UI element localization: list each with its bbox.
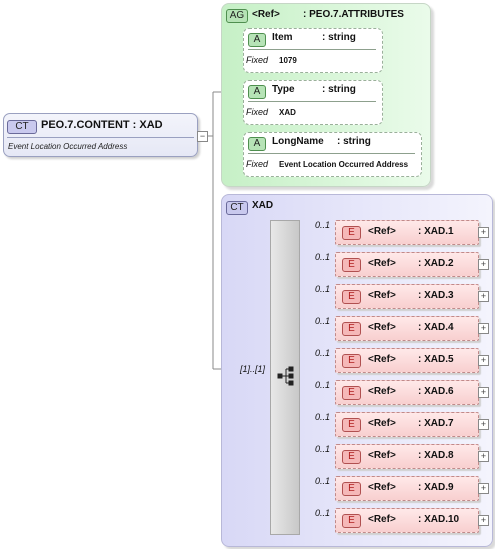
element-name: : XAD.10 bbox=[418, 514, 460, 525]
attribute-type: : string bbox=[322, 32, 356, 43]
root-divider bbox=[7, 137, 194, 138]
element-occurs: 0..1 bbox=[315, 412, 331, 422]
attribute-badge: A bbox=[248, 85, 266, 99]
attribute-name: Item bbox=[272, 32, 293, 43]
element-ref-box[interactable]: E <Ref> : XAD.8 bbox=[335, 444, 479, 469]
attribute-divider bbox=[248, 49, 376, 50]
attribute-longname[interactable]: A LongName : string Fixed Event Location… bbox=[243, 132, 422, 177]
element-badge: E bbox=[342, 514, 361, 528]
element-occurs: 0..1 bbox=[315, 284, 331, 294]
element-ref-box[interactable]: E <Ref> : XAD.2 bbox=[335, 252, 479, 277]
element-badge: E bbox=[342, 450, 361, 464]
element-name: : XAD.9 bbox=[418, 482, 454, 493]
attribute-item[interactable]: A Item : string Fixed 1079 bbox=[243, 28, 383, 73]
attribute-type: : string bbox=[322, 84, 356, 95]
element-badge: E bbox=[342, 258, 361, 272]
element-ref-box[interactable]: E <Ref> : XAD.6 bbox=[335, 380, 479, 405]
element-name: : XAD.3 bbox=[418, 290, 454, 301]
element-badge: E bbox=[342, 482, 361, 496]
expand-toggle[interactable]: + bbox=[478, 451, 489, 462]
element-ref-box[interactable]: E <Ref> : XAD.9 bbox=[335, 476, 479, 501]
element-ref-box[interactable]: E <Ref> : XAD.7 bbox=[335, 412, 479, 437]
attribute-badge: A bbox=[248, 137, 266, 151]
fixed-value: XAD bbox=[279, 108, 296, 117]
element-ref: <Ref> bbox=[368, 226, 396, 237]
expand-toggle[interactable]: + bbox=[478, 291, 489, 302]
element-ref: <Ref> bbox=[368, 482, 396, 493]
attribute-group-badge: AG bbox=[226, 9, 248, 23]
element-ref: <Ref> bbox=[368, 418, 396, 429]
element-name: : XAD.4 bbox=[418, 322, 454, 333]
element-badge: E bbox=[342, 226, 361, 240]
element-name: : XAD.2 bbox=[418, 258, 454, 269]
complex-type-badge: CT bbox=[226, 201, 248, 215]
fixed-value: Event Location Occurred Address bbox=[279, 160, 409, 169]
element-name: : XAD.5 bbox=[418, 354, 454, 365]
attribute-divider bbox=[248, 101, 376, 102]
attribute-name: Type bbox=[272, 84, 295, 95]
root-element-box[interactable]: CT PEO.7.CONTENT : XAD Event Location Oc… bbox=[3, 113, 198, 157]
attribute-type-item[interactable]: A Type : string Fixed XAD bbox=[243, 80, 383, 125]
attribute-badge: A bbox=[248, 33, 266, 47]
element-badge: E bbox=[342, 418, 361, 432]
element-occurs: 0..1 bbox=[315, 444, 331, 454]
sequence-cardinality: [1]..[1] bbox=[240, 364, 266, 374]
element-ref: <Ref> bbox=[368, 514, 396, 525]
element-ref-box[interactable]: E <Ref> : XAD.10 bbox=[335, 508, 479, 533]
element-name: : XAD.6 bbox=[418, 386, 454, 397]
element-name: : XAD.1 bbox=[418, 226, 454, 237]
element-ref: <Ref> bbox=[368, 450, 396, 461]
expand-toggle[interactable]: + bbox=[478, 227, 489, 238]
expand-toggle[interactable]: + bbox=[478, 259, 489, 270]
attribute-divider bbox=[248, 153, 415, 154]
element-occurs: 0..1 bbox=[315, 380, 331, 390]
element-ref-box[interactable]: E <Ref> : XAD.4 bbox=[335, 316, 479, 341]
expand-toggle[interactable]: + bbox=[478, 515, 489, 526]
expand-toggle[interactable]: + bbox=[478, 355, 489, 366]
attribute-name: LongName bbox=[272, 136, 324, 147]
expand-toggle[interactable]: + bbox=[478, 323, 489, 334]
element-occurs: 0..1 bbox=[315, 508, 331, 518]
element-ref-box[interactable]: E <Ref> : XAD.5 bbox=[335, 348, 479, 373]
element-badge: E bbox=[342, 290, 361, 304]
element-ref-box[interactable]: E <Ref> : XAD.1 bbox=[335, 220, 479, 245]
element-occurs: 0..1 bbox=[315, 252, 331, 262]
element-badge: E bbox=[342, 354, 361, 368]
attribute-group-ref: <Ref> bbox=[252, 9, 280, 20]
element-ref: <Ref> bbox=[368, 258, 396, 269]
element-occurs: 0..1 bbox=[315, 476, 331, 486]
fixed-value: 1079 bbox=[279, 56, 297, 65]
element-occurs: 0..1 bbox=[315, 220, 331, 230]
element-name: : XAD.7 bbox=[418, 418, 454, 429]
complex-type-name: XAD bbox=[252, 200, 274, 211]
fixed-label: Fixed bbox=[246, 55, 269, 65]
element-name: : XAD.8 bbox=[418, 450, 454, 461]
root-element-title: PEO.7.CONTENT : XAD bbox=[41, 119, 163, 131]
attribute-group-name: : PEO.7.ATTRIBUTES bbox=[303, 9, 404, 20]
sequence-icon bbox=[277, 366, 294, 386]
attribute-type: : string bbox=[337, 136, 371, 147]
element-ref: <Ref> bbox=[368, 354, 396, 365]
expand-toggle[interactable]: + bbox=[478, 483, 489, 494]
complex-type-badge: CT bbox=[7, 120, 37, 134]
element-ref: <Ref> bbox=[368, 290, 396, 301]
fixed-label: Fixed bbox=[246, 159, 269, 169]
element-ref: <Ref> bbox=[368, 386, 396, 397]
element-ref: <Ref> bbox=[368, 322, 396, 333]
fixed-label: Fixed bbox=[246, 107, 269, 117]
expand-toggle[interactable]: + bbox=[478, 419, 489, 430]
expand-toggle[interactable]: + bbox=[478, 387, 489, 398]
root-description: Event Location Occurred Address bbox=[8, 142, 128, 151]
element-ref-box[interactable]: E <Ref> : XAD.3 bbox=[335, 284, 479, 309]
collapse-toggle[interactable]: − bbox=[197, 131, 208, 142]
element-badge: E bbox=[342, 386, 361, 400]
element-occurs: 0..1 bbox=[315, 316, 331, 326]
element-occurs: 0..1 bbox=[315, 348, 331, 358]
element-badge: E bbox=[342, 322, 361, 336]
